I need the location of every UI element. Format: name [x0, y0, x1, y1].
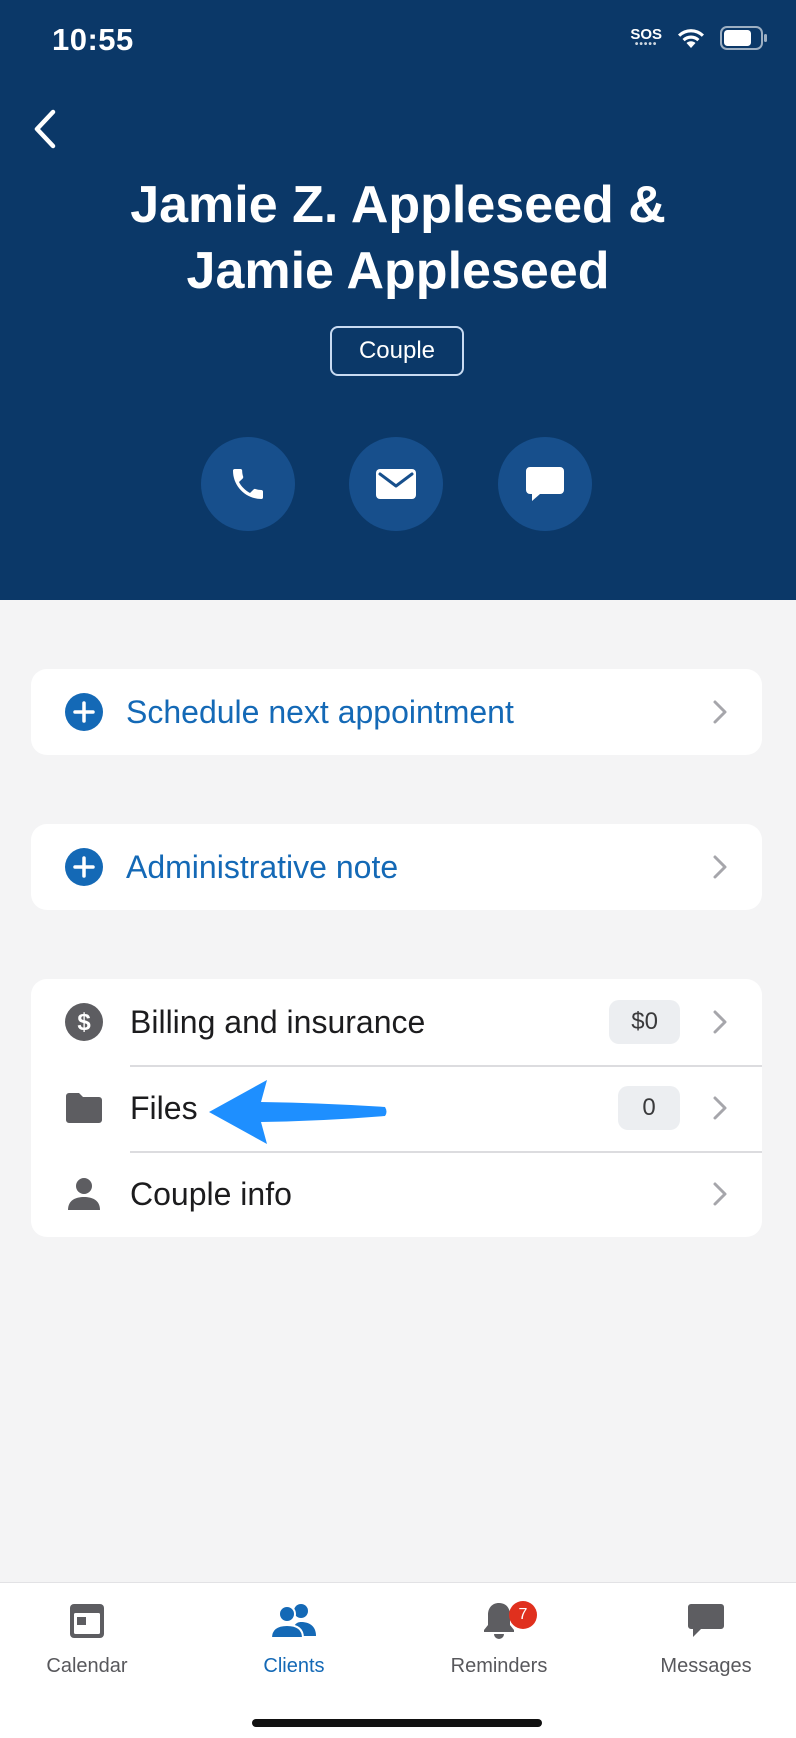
call-button[interactable] — [201, 437, 295, 531]
tab-bar: Calendar Clients 7 Reminders Messages — [0, 1582, 796, 1738]
tab-calendar-label: Calendar — [46, 1655, 128, 1677]
billing-insurance-row[interactable]: $ Billing and insurance $0 — [31, 979, 762, 1065]
client-name-line1: Jamie Z. Appleseed & — [130, 176, 666, 234]
wifi-icon — [678, 29, 704, 48]
tab-clients-label: Clients — [263, 1655, 325, 1677]
home-indicator — [252, 1719, 542, 1727]
tab-reminders[interactable]: 7 Reminders — [424, 1597, 574, 1678]
sos-dots: ••••• — [634, 39, 658, 50]
billing-insurance-label: Billing and insurance — [130, 1003, 426, 1040]
status-time: 10:55 — [52, 22, 134, 57]
chevron-right-icon — [713, 1182, 727, 1206]
chevron-left-icon — [34, 109, 56, 149]
chevron-right-icon — [713, 855, 727, 879]
chevron-right-icon — [713, 1096, 727, 1120]
client-name: Jamie Z. Appleseed & Jamie Appleseed — [60, 172, 736, 304]
people-icon — [270, 1604, 316, 1639]
tab-messages[interactable]: Messages — [631, 1597, 781, 1678]
files-count-pill: 0 — [618, 1086, 680, 1130]
person-icon — [64, 1174, 104, 1214]
chat-bubble-icon — [688, 1604, 724, 1637]
chevron-right-icon — [713, 1010, 727, 1034]
battery-icon — [720, 26, 767, 50]
mail-icon — [376, 469, 416, 499]
client-type-badge: Couple — [330, 326, 464, 376]
files-label: Files — [130, 1089, 198, 1126]
phone-icon — [233, 469, 263, 499]
plus-circle-icon — [64, 847, 104, 887]
tab-messages-label: Messages — [660, 1655, 752, 1677]
couple-info-label: Couple info — [130, 1175, 292, 1212]
chevron-right-icon — [713, 700, 727, 724]
message-button[interactable] — [498, 437, 592, 531]
schedule-card: Schedule next appointment — [31, 669, 762, 755]
billing-balance-pill: $0 — [609, 1000, 680, 1044]
dollar-circle-icon: $ — [64, 1002, 104, 1042]
sos-indicator: SOS ••••• — [630, 27, 662, 50]
admin-note-card: Administrative note — [31, 824, 762, 910]
client-details-card: $ Billing and insurance $0 Files 0 Coupl… — [31, 979, 762, 1237]
status-bar-right: SOS ••••• — [630, 26, 768, 50]
couple-info-row[interactable]: Couple info — [31, 1151, 762, 1237]
reminders-count-badge: 7 — [509, 1601, 537, 1629]
tab-reminders-label: Reminders — [450, 1655, 548, 1677]
client-header: 10:55 SOS ••••• Jamie Z. Appleseed & Jam… — [0, 0, 796, 600]
message-bubble-icon — [526, 467, 564, 501]
tab-calendar[interactable]: Calendar — [12, 1597, 162, 1678]
svg-text:$: $ — [77, 1009, 91, 1036]
schedule-appointment-row[interactable]: Schedule next appointment — [31, 669, 762, 755]
plus-circle-icon — [64, 692, 104, 732]
tab-clients[interactable]: Clients — [219, 1597, 369, 1678]
administrative-note-row[interactable]: Administrative note — [31, 824, 762, 910]
back-button[interactable] — [28, 104, 68, 154]
administrative-note-label: Administrative note — [126, 848, 399, 885]
email-button[interactable] — [349, 437, 443, 531]
calendar-icon — [70, 1604, 104, 1638]
files-row[interactable]: Files 0 — [31, 1065, 762, 1151]
annotation-arrow — [209, 1080, 387, 1144]
client-name-line2: Jamie Appleseed — [186, 242, 610, 300]
schedule-appointment-label: Schedule next appointment — [126, 693, 514, 730]
folder-icon — [64, 1088, 104, 1128]
